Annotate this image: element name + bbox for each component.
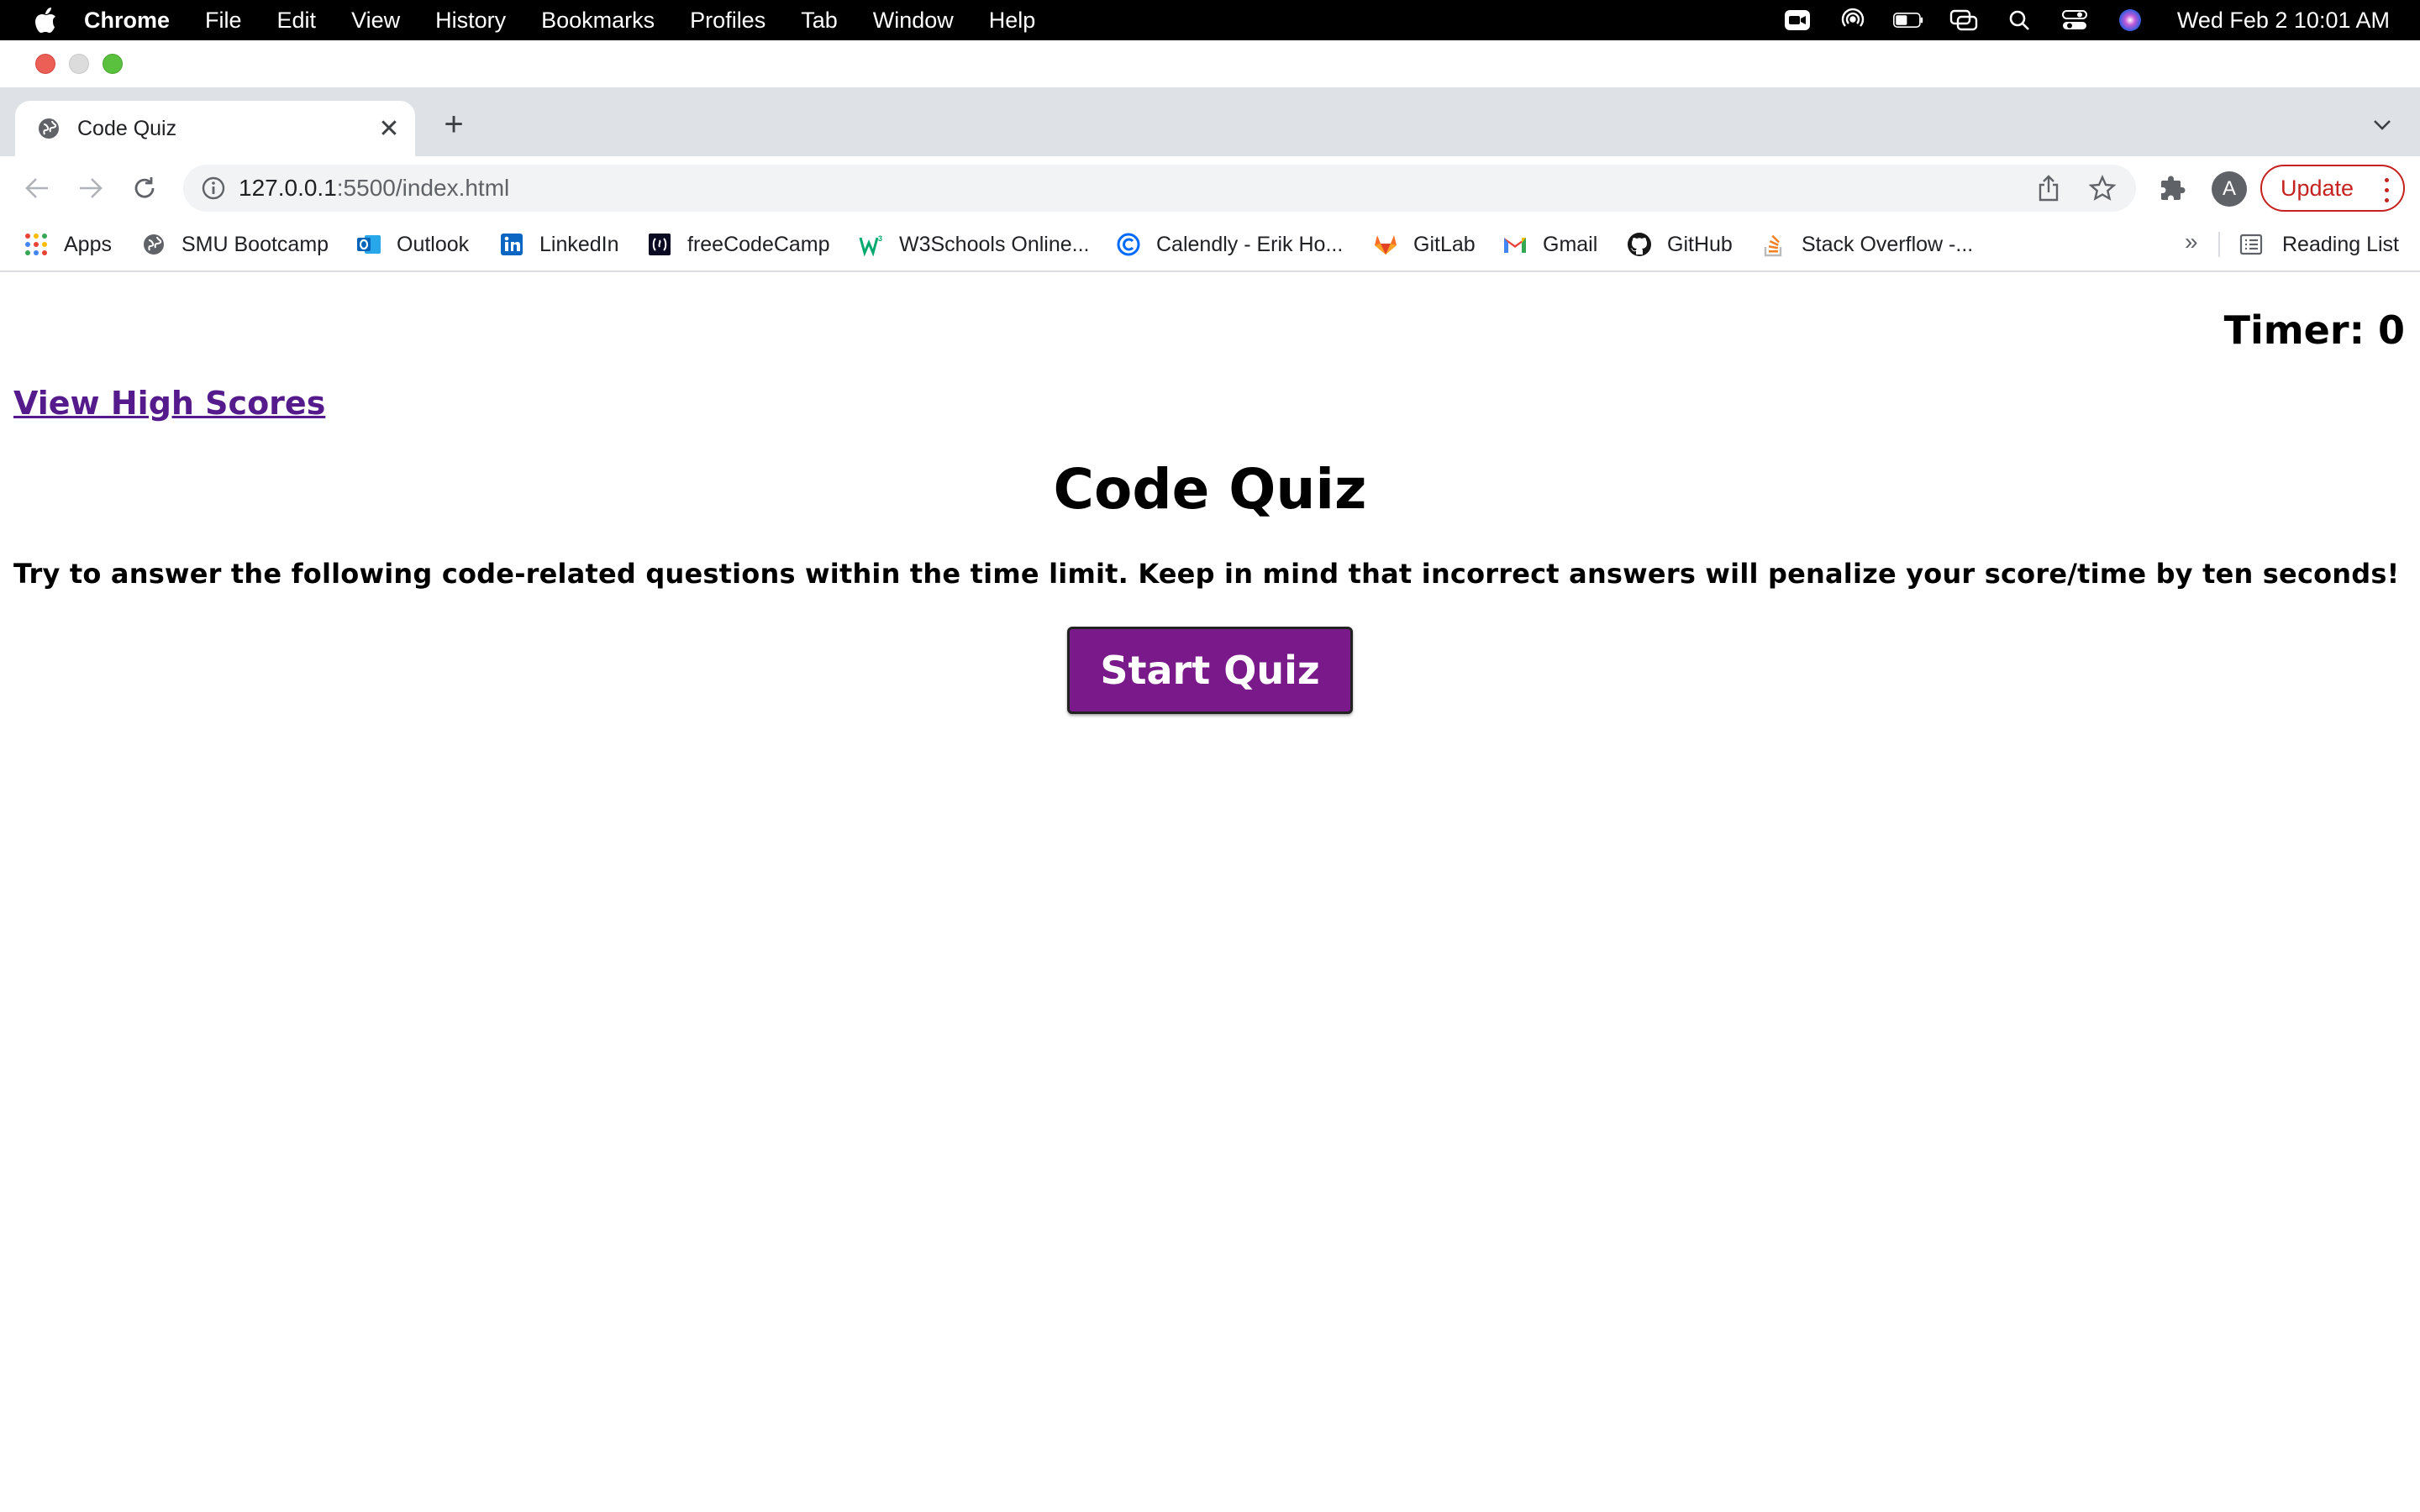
- window-title-strip: [0, 40, 2420, 87]
- url-host: 127.0.0.1: [239, 175, 337, 201]
- bookmark-label: GitLab: [1413, 232, 1476, 256]
- start-quiz-button[interactable]: Start Quiz: [1067, 627, 1353, 714]
- bookmark-label: Outlook: [397, 232, 470, 256]
- stackoverflow-icon: [1761, 232, 1786, 257]
- new-tab-button[interactable]: +: [437, 108, 471, 141]
- bookmark-stack-overflow[interactable]: Stack Overflow -...: [1761, 227, 1973, 262]
- bookmark-github[interactable]: GitHub: [1627, 227, 1733, 262]
- reading-list-button[interactable]: Reading List: [2238, 227, 2399, 262]
- bookmarks-divider: [2218, 232, 2220, 257]
- siri-icon[interactable]: [2115, 8, 2145, 33]
- quiz-instructions: Try to answer the following code-related…: [13, 558, 2400, 590]
- freecodecamp-icon: [647, 232, 672, 257]
- bookmark-gmail[interactable]: Gmail: [1502, 227, 1597, 262]
- reading-list-label: Reading List: [2282, 232, 2399, 256]
- bookmark-calendly[interactable]: Calendly - Erik Ho...: [1116, 227, 1343, 262]
- reading-list-icon: [2238, 232, 2264, 257]
- video-camera-icon[interactable]: [1782, 8, 1812, 33]
- close-tab-icon[interactable]: ✕: [375, 114, 403, 143]
- update-button-label: Update: [2281, 175, 2354, 201]
- github-icon: [1627, 232, 1652, 257]
- extensions-puzzle-icon[interactable]: [2156, 171, 2190, 205]
- tab-code-quiz[interactable]: Code Quiz ✕: [15, 101, 415, 156]
- macos-menu-bar: Chrome File Edit View History Bookmarks …: [0, 0, 2420, 40]
- battery-icon[interactable]: [1892, 8, 1923, 33]
- menu-file[interactable]: File: [205, 8, 242, 34]
- url-path: :5500/index.html: [336, 175, 510, 201]
- menu-tab[interactable]: Tab: [801, 8, 838, 34]
- share-icon[interactable]: [2033, 173, 2064, 203]
- airdrop-icon[interactable]: [1838, 8, 1868, 33]
- more-bookmarks-chevron-icon[interactable]: »: [2185, 228, 2198, 255]
- close-window-button[interactable]: [35, 54, 55, 74]
- bookmark-label: Calendly - Erik Ho...: [1156, 232, 1344, 256]
- svg-text:3: 3: [878, 234, 882, 243]
- calendly-icon: [1116, 232, 1141, 257]
- bookmark-gitlab[interactable]: GitLab: [1373, 227, 1476, 262]
- menu-help[interactable]: Help: [989, 8, 1036, 34]
- apps-grid-icon: [24, 232, 49, 257]
- bookmark-label: GitHub: [1667, 232, 1733, 256]
- bookmark-label: Stack Overflow -...: [1802, 232, 1974, 256]
- gitlab-icon: [1373, 232, 1398, 257]
- globe-icon: [141, 232, 166, 257]
- minimize-window-button[interactable]: [69, 54, 89, 74]
- menu-app-chrome[interactable]: Chrome: [84, 8, 170, 34]
- menu-bar-clock[interactable]: Wed Feb 2 10:01 AM: [2177, 8, 2390, 34]
- apple-logo-icon[interactable]: [34, 7, 59, 34]
- quiz-timer: Timer: 0: [2223, 307, 2405, 353]
- menu-profiles[interactable]: Profiles: [690, 8, 765, 34]
- bookmark-label: freeCodeCamp: [687, 232, 830, 256]
- status-area: Wed Feb 2 10:01 AM: [1782, 0, 2390, 40]
- update-button[interactable]: Update: [2260, 165, 2405, 212]
- globe-icon: [37, 117, 60, 140]
- bookmark-outlook[interactable]: Outlook: [356, 227, 469, 262]
- bookmark-w3schools[interactable]: 3 W3Schools Online...: [859, 227, 1090, 262]
- menu-bookmarks[interactable]: Bookmarks: [541, 8, 655, 34]
- linkedin-icon: [499, 232, 524, 257]
- bookmark-star-icon[interactable]: [2087, 173, 2118, 203]
- page-content: Timer: 0 View High Scores Code Quiz Try …: [0, 274, 2420, 1512]
- bookmark-smu-bootcamp[interactable]: SMU Bootcamp: [141, 227, 329, 262]
- profile-avatar[interactable]: A: [2212, 171, 2247, 207]
- outlook-icon: [356, 232, 381, 257]
- address-bar[interactable]: 127.0.0.1:5500/index.html: [183, 165, 2136, 212]
- bookmark-apps[interactable]: Apps: [24, 227, 112, 262]
- tab-strip: Code Quiz ✕: [0, 87, 2420, 156]
- spotlight-search-icon[interactable]: [2004, 8, 2034, 33]
- page-title: Code Quiz: [1053, 457, 1367, 522]
- bookmark-linkedin[interactable]: LinkedIn: [499, 227, 619, 262]
- control-center-icon[interactable]: [2060, 8, 2090, 33]
- bookmark-label: Apps: [64, 232, 112, 256]
- view-high-scores-link[interactable]: View High Scores: [13, 385, 325, 422]
- reload-icon[interactable]: [128, 171, 161, 205]
- bookmark-freecodecamp[interactable]: freeCodeCamp: [647, 227, 830, 262]
- bookmark-label: LinkedIn: [539, 232, 619, 256]
- tab-title: Code Quiz: [77, 116, 177, 140]
- bookmark-label: Gmail: [1543, 232, 1598, 256]
- menu-view[interactable]: View: [351, 8, 400, 34]
- bookmark-label: W3Schools Online...: [899, 232, 1090, 256]
- tab-search-chevron-icon[interactable]: [2370, 113, 2395, 138]
- w3schools-icon: 3: [859, 232, 884, 257]
- menu-history[interactable]: History: [435, 8, 506, 34]
- kebab-menu-icon[interactable]: [2381, 175, 2391, 205]
- menu-window[interactable]: Window: [873, 8, 954, 34]
- site-info-icon[interactable]: [197, 171, 230, 205]
- forward-arrow-icon[interactable]: [74, 171, 108, 205]
- url-text[interactable]: 127.0.0.1:5500/index.html: [239, 165, 509, 212]
- bookmark-label: SMU Bootcamp: [182, 232, 329, 256]
- screen-mirroring-icon[interactable]: [1949, 8, 1979, 33]
- back-arrow-icon[interactable]: [20, 171, 54, 205]
- menu-edit[interactable]: Edit: [277, 8, 317, 34]
- zoom-window-button[interactable]: [103, 54, 123, 74]
- gmail-icon: [1502, 232, 1528, 257]
